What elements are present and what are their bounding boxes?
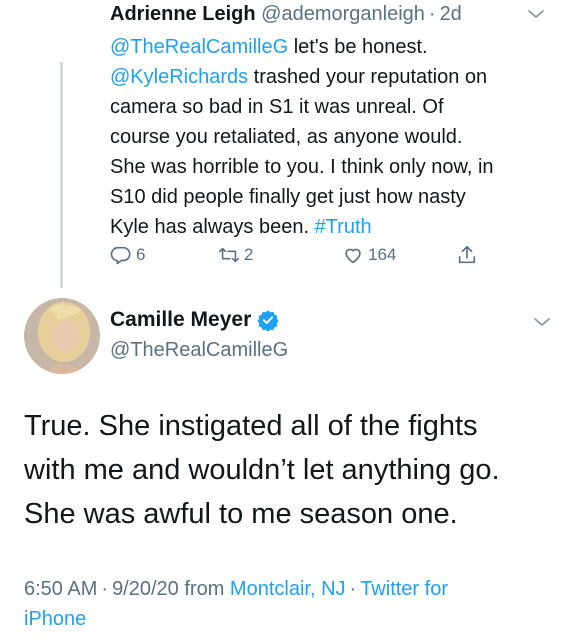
meta-separator: · <box>101 578 109 600</box>
tweet-text-segment: Kyle has always been. <box>110 216 315 238</box>
tweet-text-line: S10 did people finally get just how nast… <box>110 186 466 208</box>
mention-link[interactable]: @KyleRichards <box>110 66 248 88</box>
meta-separator: · <box>349 578 357 600</box>
main-tweet-text: True. She instigated all of the fights w… <box>24 404 554 536</box>
reply-author-name[interactable]: Adrienne Leigh <box>110 3 256 25</box>
hashtag-link[interactable]: #Truth <box>315 216 372 238</box>
tweet-time[interactable]: 6:50 AM <box>24 578 97 600</box>
author-name[interactable]: Camille Meyer <box>110 306 251 334</box>
tweet-text-line: with me and wouldn’t let anything go. <box>24 454 500 486</box>
author-name-row: Camille Meyer <box>110 306 279 334</box>
reply-count: 6 <box>136 245 146 264</box>
reply-icon <box>110 246 131 265</box>
tweet-text-line: True. She instigated all of the fights <box>24 410 478 442</box>
verified-badge-icon <box>257 309 279 331</box>
like-count: 164 <box>368 245 397 264</box>
retweet-icon <box>219 247 239 263</box>
share-icon <box>458 245 476 264</box>
reply-tweet-text: @TheRealCamilleG let's be honest. @KyleR… <box>110 32 550 242</box>
like-button[interactable]: 164 <box>342 244 396 266</box>
chevron-down-icon[interactable] <box>527 5 545 23</box>
reply-button[interactable]: 6 <box>110 244 145 266</box>
from-label: from <box>178 578 230 600</box>
tweet-metadata: 6:50 AM · 9/20/20 from Montclair, NJ · Twitt… <box>24 574 554 634</box>
share-button[interactable] <box>456 244 482 266</box>
reply-tweet-actions: 6 2 164 <box>110 244 510 272</box>
source-link-continued[interactable]: iPhone <box>24 604 554 634</box>
location-link[interactable]: Montclair, NJ <box>230 578 346 600</box>
tweet-text-segment: trashed your reputation on <box>248 66 488 88</box>
author-handle[interactable]: @TheRealCamilleG <box>110 336 288 364</box>
thread-connector-line <box>60 62 63 288</box>
tweet-text-line: She was awful to me season one. <box>24 498 458 530</box>
mention-link[interactable]: @TheRealCamilleG <box>110 36 288 58</box>
tweet-text-line: She was horrible to you. I think only no… <box>110 156 494 178</box>
tweet-text-line: camera so bad in S1 it was unreal. Of <box>110 96 444 118</box>
chevron-down-icon[interactable] <box>533 313 551 331</box>
reply-tweet-header: Adrienne Leigh @ademorganleigh · 2d <box>110 0 462 28</box>
like-icon <box>345 248 361 264</box>
tweet-text-line: course you retaliated, as anyone would. <box>110 126 463 148</box>
avatar[interactable] <box>24 298 100 374</box>
header-separator: · <box>428 3 436 25</box>
reply-author-handle[interactable]: @ademorganleigh <box>261 3 425 25</box>
source-link[interactable]: Twitter for <box>360 578 448 600</box>
retweet-button[interactable]: 2 <box>218 244 253 266</box>
retweet-count: 2 <box>244 245 254 264</box>
tweet-date[interactable]: 9/20/20 <box>112 578 179 600</box>
reply-timestamp[interactable]: 2d <box>440 3 462 25</box>
tweet-text-segment: let's be honest. <box>288 36 428 58</box>
